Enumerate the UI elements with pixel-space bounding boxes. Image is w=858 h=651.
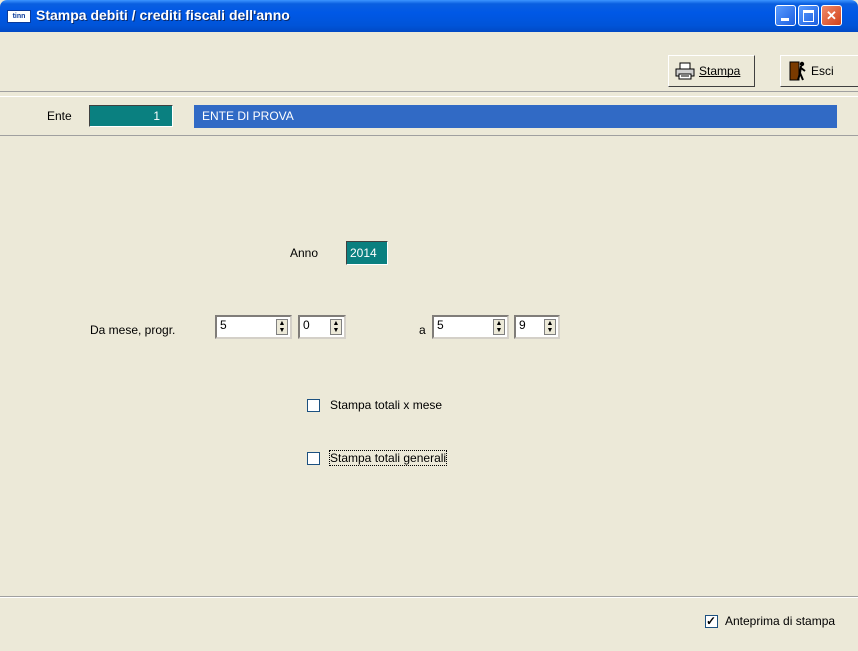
a-label: a [419, 323, 426, 337]
stampa-totali-generali-checkbox[interactable] [307, 452, 320, 465]
esci-label: Esci [811, 64, 834, 78]
stampa-totali-generali-label[interactable]: Stampa totali generali [328, 450, 448, 466]
ente-name-field: ENTE DI PROVA [194, 105, 837, 128]
da-mese-label: Da mese, progr. [90, 323, 176, 337]
ente-label: Ente [47, 109, 72, 123]
da-progr-value: 0 [303, 318, 310, 332]
spin-arrows-icon[interactable]: ▲ ▼ [276, 319, 288, 335]
a-progr-value: 9 [519, 318, 526, 332]
stampa-label: Stampa [699, 64, 741, 78]
a-progr-spinner[interactable]: 9 ▲ ▼ [514, 315, 560, 339]
title-bar[interactable]: tinn Stampa debiti / crediti fiscali del… [0, 0, 858, 32]
anno-field[interactable]: 2014 [346, 241, 388, 265]
da-mese-spinner[interactable]: 5 ▲ ▼ [215, 315, 292, 339]
exit-door-icon [789, 61, 806, 81]
stampa-totali-mese-checkbox[interactable] [307, 399, 320, 412]
a-mese-spinner[interactable]: 5 ▲ ▼ [432, 315, 509, 339]
anteprima-checkbox[interactable] [705, 614, 718, 628]
spin-arrows-icon[interactable]: ▲ ▼ [330, 319, 342, 335]
spin-arrows-icon[interactable]: ▲ ▼ [493, 319, 505, 335]
stampa-totali-mese-label[interactable]: Stampa totali x mese [330, 398, 442, 412]
anno-label: Anno [290, 246, 319, 260]
printer-icon [675, 62, 695, 80]
app-icon: tinn [7, 10, 31, 23]
window-title: Stampa debiti / crediti fiscali dell'ann… [36, 7, 290, 23]
esci-button[interactable]: Esci [780, 55, 858, 87]
close-icon[interactable] [821, 5, 842, 26]
spin-arrows-icon[interactable]: ▲ ▼ [544, 319, 556, 335]
a-mese-value: 5 [437, 318, 444, 332]
stampa-button[interactable]: Stampa [668, 55, 755, 87]
maximize-icon[interactable] [798, 5, 819, 26]
anteprima-label[interactable]: Anteprima di stampa [725, 614, 835, 628]
minimize-icon[interactable] [775, 5, 796, 26]
ente-code-field[interactable]: 1 [89, 105, 173, 127]
da-mese-value: 5 [220, 318, 227, 332]
da-progr-spinner[interactable]: 0 ▲ ▼ [298, 315, 346, 339]
